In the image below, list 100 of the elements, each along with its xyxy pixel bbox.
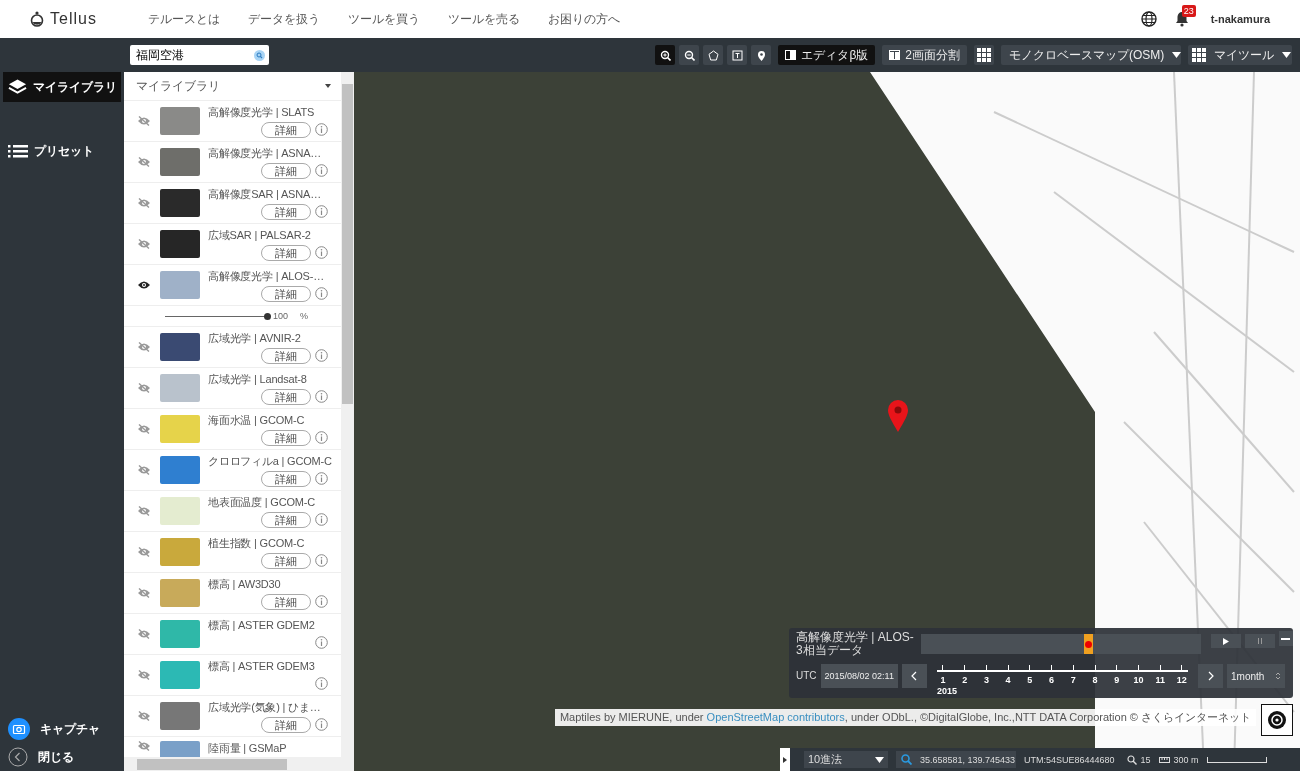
nav-link[interactable]: テルースとは [148, 10, 220, 28]
sidebar-item[interactable]: マイライブラリ [3, 72, 121, 102]
search-icon[interactable] [254, 49, 265, 61]
details-button[interactable]: 詳細 [261, 203, 311, 220]
logo-text[interactable]: Tellus [50, 10, 97, 28]
layer-thumbnail [160, 415, 200, 443]
layer-title: 高解像度光学 | ASNA… [208, 145, 323, 161]
layer-thumbnail [160, 374, 200, 402]
layer-thumbnail [160, 456, 200, 484]
timeline-track[interactable] [921, 634, 1201, 654]
basemap-select[interactable]: モノクロベースマップ(OSM) [1001, 45, 1181, 65]
hidden-eye-icon[interactable] [138, 629, 150, 639]
info-icon[interactable] [315, 513, 328, 526]
info-icon[interactable] [315, 164, 328, 177]
layer-thumbnail [160, 579, 200, 607]
split-screen-button[interactable]: 2画面分割 [882, 45, 967, 65]
play-button[interactable] [1211, 634, 1241, 648]
eye-icon[interactable] [138, 281, 150, 289]
grid-button[interactable] [974, 45, 994, 65]
hidden-eye-icon[interactable] [138, 506, 150, 516]
back-icon[interactable] [8, 747, 28, 767]
hidden-eye-icon[interactable] [138, 424, 150, 434]
layer-thumbnail [160, 230, 200, 258]
pin-tool[interactable] [751, 45, 772, 65]
expand-tab[interactable] [780, 748, 790, 771]
details-button[interactable]: 詳細 [261, 470, 311, 487]
details-button[interactable]: 詳細 [261, 388, 311, 405]
my-tools-select[interactable]: マイツール [1188, 45, 1292, 65]
previous-button[interactable] [901, 664, 927, 688]
hidden-eye-icon[interactable] [138, 670, 150, 680]
search-icon[interactable] [901, 754, 912, 765]
details-button[interactable]: 詳細 [261, 552, 311, 569]
nav-link[interactable]: ツールを売る [448, 10, 520, 28]
compass-button[interactable] [1261, 704, 1293, 736]
vertical-scrollbar[interactable] [341, 72, 354, 771]
info-icon[interactable] [315, 205, 328, 218]
next-button[interactable] [1198, 664, 1223, 688]
hidden-eye-icon[interactable] [138, 588, 150, 598]
info-icon[interactable] [315, 636, 328, 649]
hidden-eye-icon[interactable] [138, 342, 150, 352]
month-label: 6 [1049, 675, 1055, 685]
info-icon[interactable] [315, 554, 328, 567]
minimize-button[interactable] [1278, 631, 1293, 646]
nav-link[interactable]: データを扱う [248, 10, 320, 28]
hidden-eye-icon[interactable] [138, 198, 150, 208]
camera-icon[interactable] [8, 718, 30, 740]
horizontal-scrollbar[interactable] [124, 757, 341, 771]
sidebar-item[interactable]: プリセット [3, 136, 121, 166]
zoom-out-tool[interactable] [679, 45, 700, 65]
details-button[interactable]: 詳細 [261, 511, 311, 528]
chevron-right-icon [1207, 671, 1214, 681]
nav-link[interactable]: お困りの方へ [548, 10, 620, 28]
hidden-eye-icon[interactable] [138, 157, 150, 167]
month-label: 3 [983, 675, 989, 685]
pause-button[interactable] [1244, 634, 1275, 648]
details-button[interactable]: 詳細 [261, 244, 311, 261]
info-icon[interactable] [315, 718, 328, 731]
details-button[interactable]: 詳細 [261, 593, 311, 610]
map-pin-icon[interactable] [888, 400, 908, 432]
zoom-in-tool[interactable] [655, 45, 676, 65]
logo-icon [30, 11, 44, 27]
interval-select[interactable]: 1month [1227, 664, 1285, 688]
user-name[interactable]: t-nakamura [1210, 13, 1270, 25]
close-label[interactable]: 閉じる [38, 748, 74, 766]
search-field[interactable]: 福岡空港 [130, 45, 269, 65]
hidden-eye-icon[interactable] [138, 383, 150, 393]
info-icon[interactable] [315, 287, 328, 300]
globe-icon[interactable] [1140, 11, 1157, 27]
polygon-tool[interactable] [703, 45, 724, 65]
hidden-eye-icon[interactable] [138, 239, 150, 249]
info-icon[interactable] [315, 595, 328, 608]
nav-link[interactable]: ツールを買う [348, 10, 420, 28]
info-icon[interactable] [315, 431, 328, 444]
layer-title: 高解像度光学 | SLATS [208, 104, 316, 120]
details-button[interactable]: 詳細 [261, 347, 311, 364]
hidden-eye-icon[interactable] [138, 116, 150, 126]
details-button[interactable]: 詳細 [261, 429, 311, 446]
up-down-icon [1275, 671, 1281, 681]
capture-label[interactable]: キャプチャ [40, 720, 100, 738]
details-button[interactable]: 詳細 [261, 716, 311, 733]
details-button[interactable]: 詳細 [261, 285, 311, 302]
details-button[interactable]: 詳細 [261, 162, 311, 179]
hidden-eye-icon[interactable] [138, 465, 150, 475]
info-icon[interactable] [315, 349, 328, 362]
month-label: 8 [1092, 675, 1098, 685]
details-button[interactable]: 詳細 [261, 121, 311, 138]
info-icon[interactable] [315, 123, 328, 136]
info-icon[interactable] [315, 246, 328, 259]
info-icon[interactable] [315, 677, 328, 690]
info-icon[interactable] [315, 472, 328, 485]
scale-bar [1206, 756, 1267, 763]
text-tool[interactable] [727, 45, 748, 65]
coordinate-field[interactable]: 35.658581, 139.745433 [896, 751, 1016, 768]
hidden-eye-icon[interactable] [138, 741, 150, 751]
notation-select[interactable]: 10進法 [804, 751, 888, 768]
hidden-eye-icon[interactable] [138, 711, 150, 721]
editor-button[interactable]: エディタβ版 [778, 45, 876, 65]
info-icon[interactable] [315, 390, 328, 403]
layer-thumbnail [160, 538, 200, 566]
hidden-eye-icon[interactable] [138, 547, 150, 557]
